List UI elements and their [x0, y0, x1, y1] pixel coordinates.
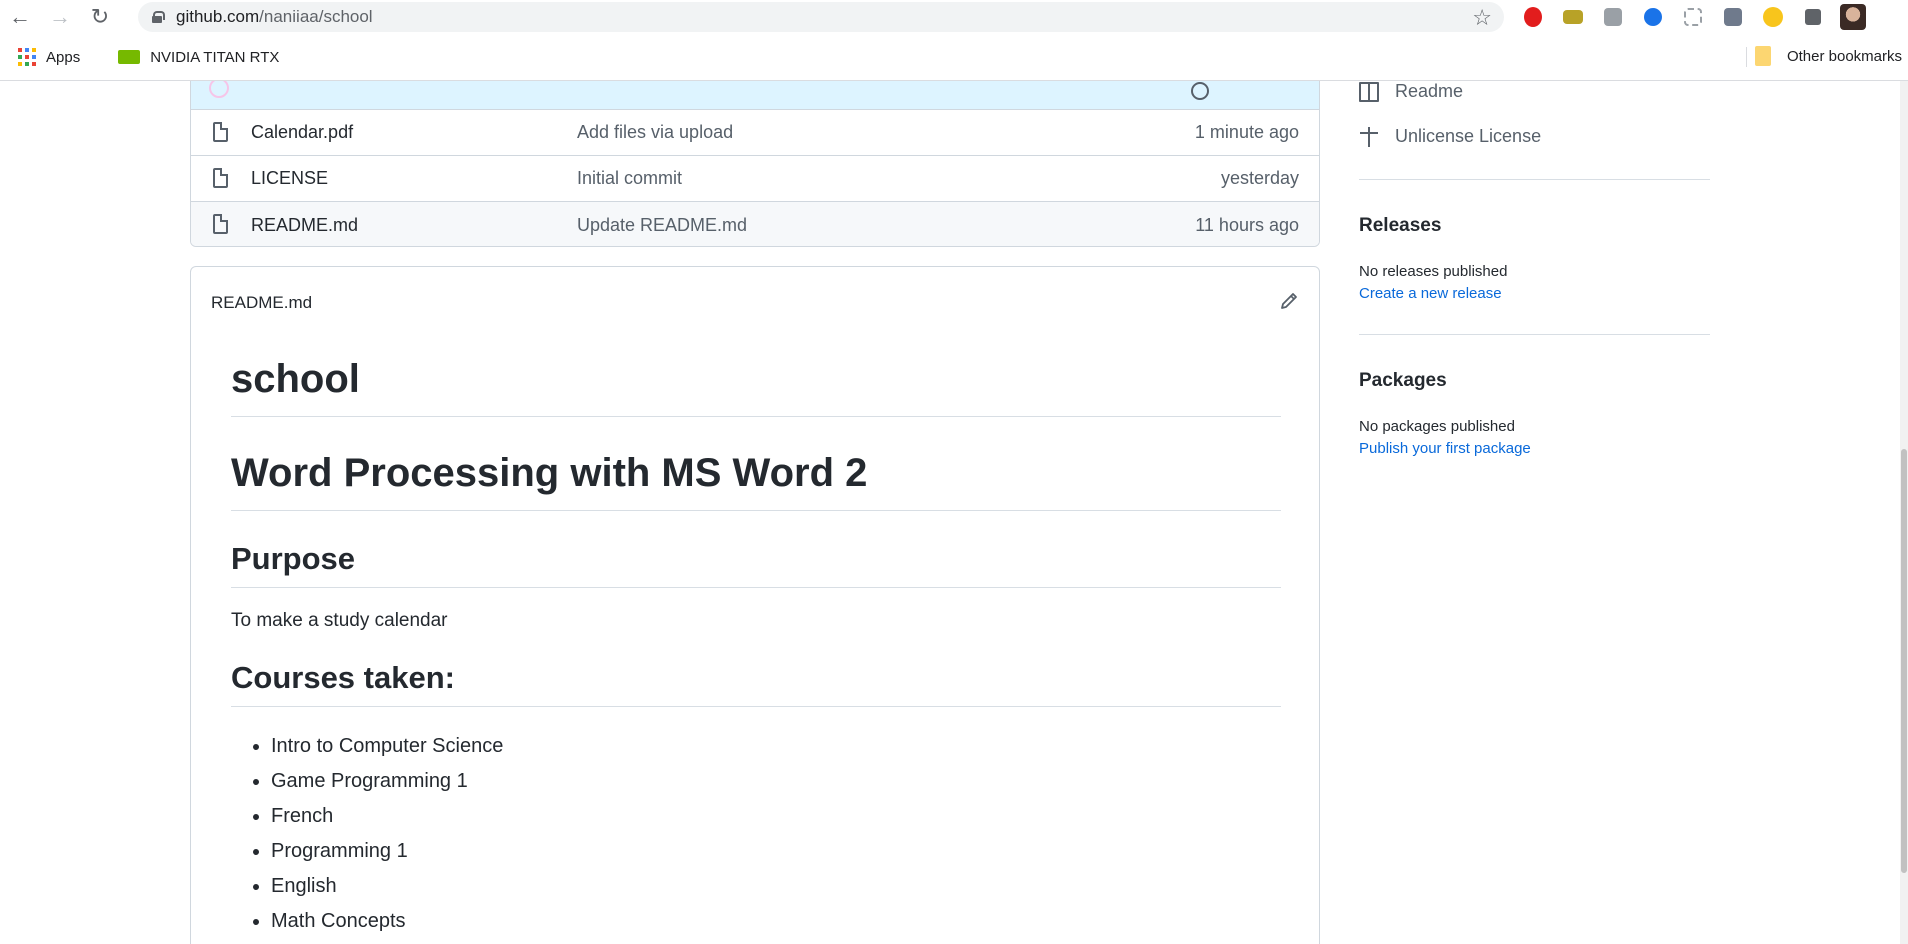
file-row[interactable]: README.md Update README.md 11 hours ago	[191, 202, 1319, 246]
readme-header[interactable]: README.md	[211, 293, 312, 313]
pencil-edit-icon[interactable]	[1279, 291, 1299, 311]
readme-link[interactable]: Readme	[1359, 81, 1463, 102]
bookmark-nvidia[interactable]: NVIDIA TITAN RTX	[98, 49, 279, 66]
commit-age: 1 minute ago	[1194, 122, 1299, 142]
packages-title[interactable]: Packages	[1359, 370, 1447, 392]
purpose-text: To make a study calendar	[231, 610, 448, 631]
law-scale-icon	[1359, 126, 1379, 147]
publish-package-link[interactable]: Publish your first package	[1359, 440, 1531, 457]
courses-list: Intro to Computer Science Game Programmi…	[271, 729, 1281, 939]
list-item: English	[271, 869, 1281, 904]
opera-extension-icon[interactable]	[1518, 3, 1548, 31]
committer-avatar[interactable]	[209, 81, 229, 98]
scroll-thumb[interactable]	[1901, 449, 1907, 873]
latest-commit-bar	[191, 81, 1319, 110]
file-row[interactable]: LICENSE Initial commit yesterday	[191, 156, 1319, 202]
readme-content: school Word Processing with MS Word 2 Pu…	[231, 357, 1281, 939]
file-name[interactable]: Calendar.pdf	[251, 122, 353, 143]
readme-title: school	[231, 357, 1281, 417]
bookmarks-bar: Apps NVIDIA TITAN RTX Other bookmarks	[0, 33, 1908, 81]
browser-toolbar: ← → ↻ github.com/naniiaa/school ☆	[0, 0, 1908, 33]
file-icon	[213, 168, 228, 188]
share-extension-icon[interactable]	[1638, 3, 1668, 31]
file-name[interactable]: README.md	[251, 215, 358, 236]
folder-icon	[1754, 46, 1771, 66]
list-item: Programming 1	[271, 834, 1281, 869]
license-link[interactable]: Unlicense License	[1359, 126, 1541, 147]
file-icon	[213, 214, 228, 234]
bookmark-nvidia-label: NVIDIA TITAN RTX	[150, 48, 280, 66]
readme-subtitle: Word Processing with MS Word 2	[231, 451, 1281, 511]
reload-icon[interactable]: ↻	[80, 0, 120, 33]
book-icon	[1359, 81, 1379, 102]
forward-arrow-icon[interactable]: →	[40, 0, 80, 33]
releases-text: No releases published	[1359, 263, 1508, 280]
readme-panel: README.md school Word Processing with MS…	[190, 266, 1320, 944]
bookmark-apps-label: Apps	[46, 48, 81, 66]
commit-age: 11 hours ago	[1195, 214, 1299, 235]
create-release-link[interactable]: Create a new release	[1359, 285, 1502, 302]
packages-text: No packages published	[1359, 418, 1515, 435]
extensions-row	[1518, 3, 1868, 31]
plant-extension-icon[interactable]	[1558, 3, 1588, 31]
courses-heading: Courses taken:	[231, 660, 1281, 707]
other-bookmarks[interactable]: Other bookmarks	[1754, 46, 1902, 66]
k-extension-icon[interactable]	[1598, 3, 1628, 31]
page-scrollbar[interactable]	[1900, 81, 1908, 944]
apps-grid-icon	[18, 48, 36, 66]
commit-age: yesterday	[1220, 168, 1299, 188]
extensions-puzzle-icon[interactable]	[1798, 3, 1828, 31]
commit-message[interactable]: Update README.md	[577, 215, 747, 236]
file-icon	[213, 122, 228, 142]
commit-message[interactable]: Add files via upload	[577, 122, 733, 143]
sidebar-divider	[1359, 334, 1710, 335]
sidebar-divider	[1359, 179, 1710, 180]
address-bar[interactable]: github.com/naniiaa/school ☆	[138, 2, 1504, 32]
github-page: Calendar.pdf Add files via upload 1 minu…	[0, 81, 1900, 944]
back-arrow-icon[interactable]: ←	[0, 0, 40, 33]
list-item: Math Concepts	[271, 904, 1281, 939]
url-host: github.com	[176, 7, 260, 26]
list-item: Game Programming 1	[271, 764, 1281, 799]
url-path: /naniiaa/school	[259, 7, 373, 26]
bookmarks-divider	[1746, 47, 1747, 67]
file-name[interactable]: LICENSE	[251, 168, 328, 189]
star-icon[interactable]: ☆	[1472, 5, 1492, 31]
history-clock-icon[interactable]	[1191, 82, 1209, 100]
url-text[interactable]: github.com/naniiaa/school	[176, 7, 373, 27]
releases-title[interactable]: Releases	[1359, 215, 1441, 237]
commit-message[interactable]: Initial commit	[577, 168, 682, 189]
readme-link-label: Readme	[1395, 81, 1464, 101]
bookmark-apps[interactable]: Apps	[18, 48, 80, 66]
lock-icon[interactable]	[152, 11, 165, 23]
file-list: Calendar.pdf Add files via upload 1 minu…	[190, 81, 1320, 247]
profile-avatar[interactable]	[1838, 3, 1868, 31]
purpose-heading: Purpose	[231, 541, 1281, 588]
dashed-extension-icon[interactable]	[1678, 3, 1708, 31]
list-item: French	[271, 799, 1281, 834]
file-row[interactable]: Calendar.pdf Add files via upload 1 minu…	[191, 110, 1319, 156]
list-item: Intro to Computer Science	[271, 729, 1281, 764]
honey-extension-icon[interactable]	[1758, 3, 1788, 31]
license-link-label: Unlicense License	[1395, 126, 1542, 146]
nvidia-logo-icon	[118, 50, 141, 64]
s-extension-icon[interactable]	[1718, 3, 1748, 31]
other-bookmarks-label: Other bookmarks	[1786, 47, 1902, 65]
